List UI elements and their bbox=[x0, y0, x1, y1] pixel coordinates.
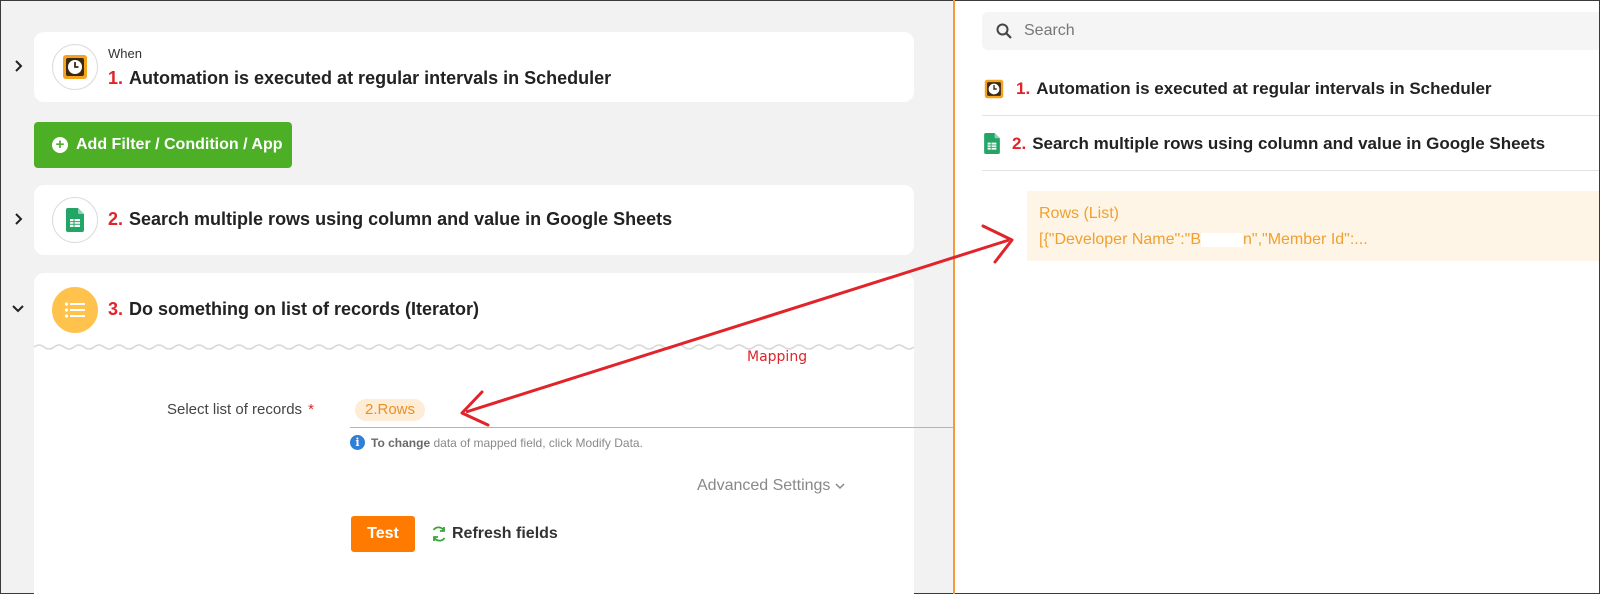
advanced-settings-toggle[interactable]: Advanced Settings bbox=[697, 477, 845, 495]
chevron-down-icon bbox=[835, 483, 845, 490]
add-filter-condition-app-button[interactable]: + Add Filter / Condition / App bbox=[34, 122, 292, 168]
workflow-builder-panel: When 1. Automation is executed at regular… bbox=[1, 1, 954, 594]
google-sheets-icon bbox=[984, 133, 1000, 154]
when-prefix: When bbox=[108, 46, 142, 61]
data-picker-panel: 1.Automation is executed at regular inte… bbox=[955, 1, 1599, 593]
step-label: Automation is executed at regular interv… bbox=[129, 68, 612, 88]
step-number: 3. bbox=[108, 299, 124, 319]
list-icon bbox=[52, 287, 98, 333]
search-box[interactable] bbox=[982, 12, 1599, 50]
step-2-title: 2. Search multiple rows using column and … bbox=[108, 209, 672, 230]
result-value-start: [{"Developer Name":"B bbox=[1039, 231, 1201, 248]
scheduler-clock-icon bbox=[984, 79, 1004, 98]
result-title: Rows (List) bbox=[1039, 205, 1120, 222]
result-value-end: n","Member Id":... bbox=[1243, 231, 1368, 248]
mapped-value-pill[interactable]: 2.Rows bbox=[355, 399, 426, 421]
select-list-of-records-label: Select list of records * bbox=[167, 401, 314, 418]
result-value: [{"Developer Name":"B n","Member Id":... bbox=[1039, 231, 1368, 249]
chevron-right-icon[interactable] bbox=[11, 59, 25, 73]
step-label: Do something on list of records (Iterato… bbox=[129, 299, 480, 319]
data-source-label: Search multiple rows using column and va… bbox=[1032, 133, 1546, 153]
mapping-annotation: Mapping bbox=[747, 349, 808, 365]
scheduler-clock-icon bbox=[52, 44, 98, 90]
field-label-text: Select list of records bbox=[167, 401, 303, 418]
mapped-field-underline[interactable] bbox=[350, 427, 954, 428]
hint-bold: To change bbox=[371, 435, 431, 450]
data-source-title: 1. Automation is executed at regular inte… bbox=[1016, 79, 1492, 99]
step-card-1[interactable]: When 1. Automation is executed at regular… bbox=[34, 32, 914, 102]
advanced-settings-label: Advanced Settings bbox=[697, 477, 831, 494]
data-source-item-1[interactable]: 1. Automation is executed at regular inte… bbox=[982, 62, 1599, 116]
step-3-title: 3. Do something on list of records (Itera… bbox=[108, 299, 479, 320]
step-number: 2. bbox=[108, 209, 124, 229]
test-button[interactable]: Test bbox=[351, 516, 415, 552]
redaction-block bbox=[1201, 232, 1243, 247]
chevron-right-icon[interactable] bbox=[11, 212, 25, 226]
step-1-title: 1. Automation is executed at regular inte… bbox=[108, 68, 611, 89]
required-mark: * bbox=[308, 401, 314, 418]
data-source-item-2[interactable]: 2. Search multiple rows using column and … bbox=[982, 117, 1599, 171]
hint-text: data of mapped field, click Modify Data. bbox=[433, 435, 643, 450]
data-source-title: 2. Search multiple rows using column and … bbox=[1012, 134, 1545, 154]
data-source-label: Automation is executed at regular interv… bbox=[1036, 78, 1492, 98]
step-card-2[interactable]: 2. Search multiple rows using column and … bbox=[34, 185, 914, 255]
search-icon bbox=[996, 23, 1012, 39]
step-label: Search multiple rows using column and va… bbox=[129, 209, 673, 229]
plus-circle-icon: + bbox=[52, 137, 68, 153]
add-button-label: Add Filter / Condition / App bbox=[76, 136, 283, 153]
step-number: 1. bbox=[1016, 78, 1031, 98]
modify-data-hint: i To change data of mapped field, click … bbox=[350, 435, 643, 450]
search-input[interactable] bbox=[1024, 22, 1524, 40]
step-card-3: 3. Do something on list of records (Itera… bbox=[34, 273, 954, 594]
rows-list-result[interactable]: Rows (List) [{"Developer Name":"B n","Mem… bbox=[1027, 191, 1599, 261]
refresh-icon bbox=[432, 526, 446, 542]
info-icon: i bbox=[350, 435, 365, 450]
refresh-fields-button[interactable]: Refresh fields bbox=[430, 525, 558, 543]
google-sheets-icon bbox=[52, 197, 98, 243]
step-number: 2. bbox=[1012, 133, 1027, 153]
chevron-down-icon[interactable] bbox=[11, 301, 25, 315]
refresh-fields-label: Refresh fields bbox=[452, 525, 558, 542]
step-number: 1. bbox=[108, 68, 124, 88]
